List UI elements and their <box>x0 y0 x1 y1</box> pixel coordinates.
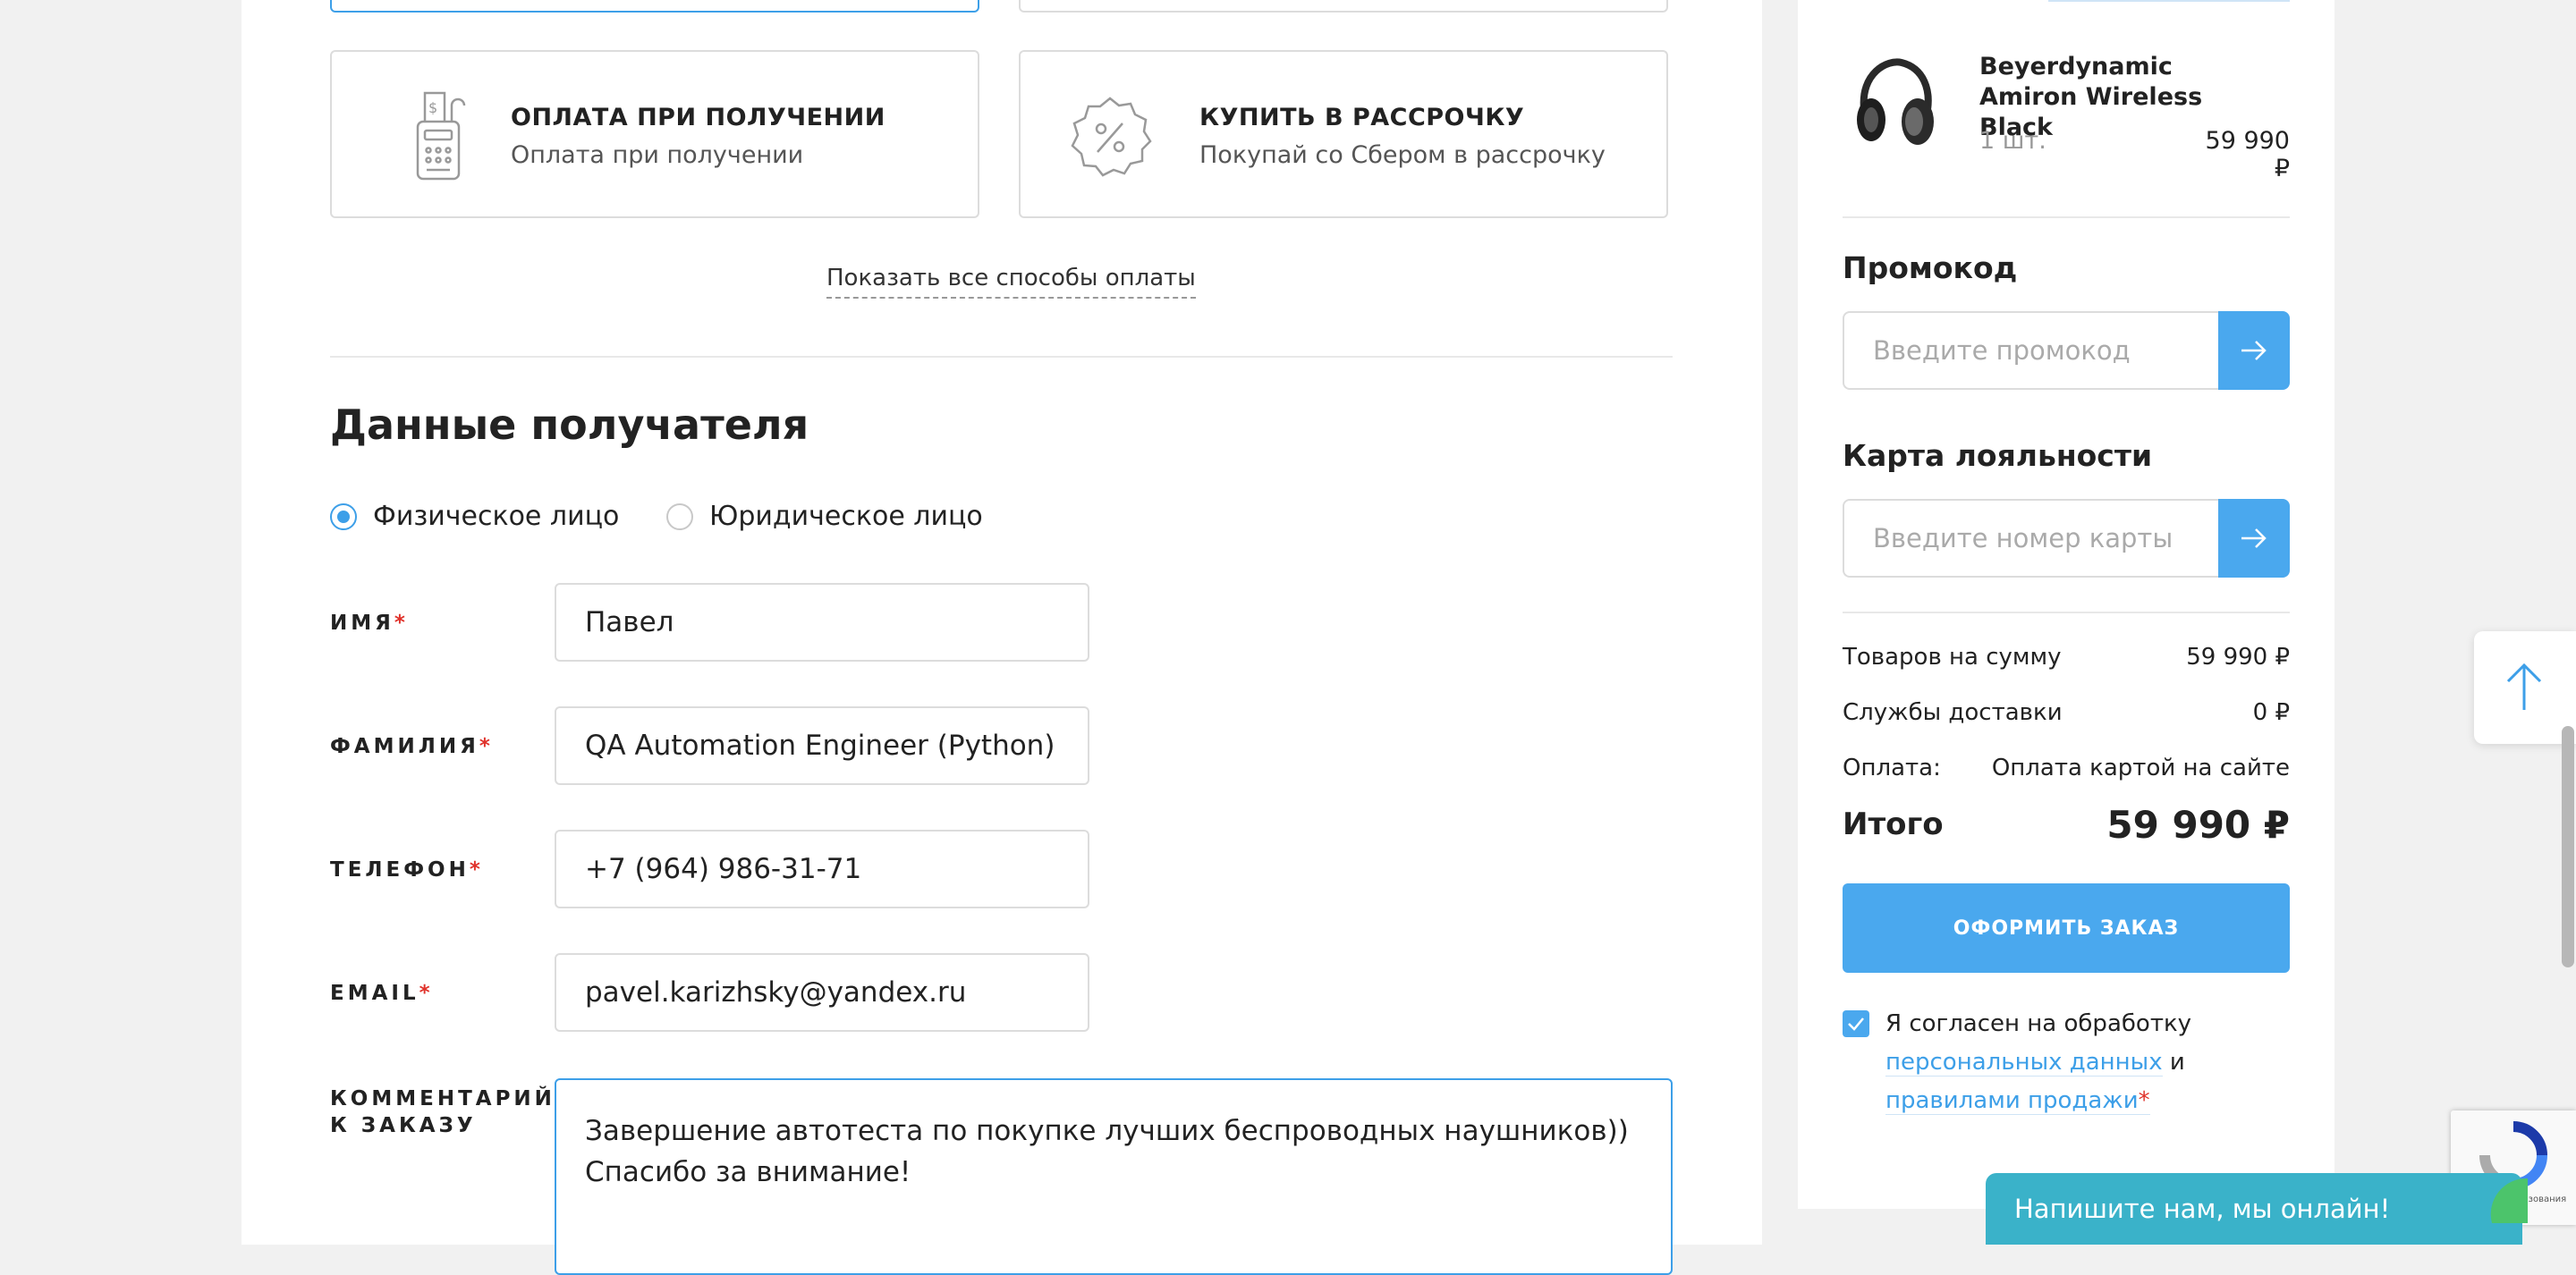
percent-badge-icon <box>1071 97 1152 177</box>
email-input[interactable]: pavel.karizhsky@yandex.ru <box>555 953 1089 1032</box>
radio-label: Юридическое лицо <box>709 501 983 532</box>
payment-subtitle: Оплата при получении <box>511 141 804 169</box>
summary-goods-row: Товаров на сумму 59 990 ₽ <box>1843 644 2290 671</box>
loyalty-card-title: Карта лояльности <box>1843 438 2153 473</box>
summary-label: Оплата: <box>1843 755 1941 781</box>
product-price: 59 990 ₽ <box>2205 127 2290 182</box>
product-quantity: 1 шт. <box>1979 127 2046 155</box>
place-order-button[interactable]: ОФОРМИТЬ ЗАКАЗ <box>1843 883 2290 973</box>
name-label: ИМЯ* <box>330 612 409 635</box>
payment-card-installment[interactable]: КУПИТЬ В РАССРОЧКУ Покупай со Сбером в р… <box>1019 50 1668 218</box>
total-label: Итого <box>1843 806 1944 842</box>
radio-button[interactable] <box>666 502 693 530</box>
divider <box>1843 216 2290 218</box>
promo-input[interactable]: Введите промокод <box>1843 311 2220 390</box>
cash-register-icon: $ <box>416 91 466 181</box>
comment-textarea[interactable]: Завершение автотеста по покупке лучших б… <box>555 1078 1673 1275</box>
payment-title: КУПИТЬ В РАССРОЧКУ <box>1199 104 1525 131</box>
payment-subtitle: Покупай со Сбером в рассрочку <box>1199 141 1606 169</box>
scrollbar-thumb[interactable] <box>2562 726 2574 967</box>
payment-title: ОПЛАТА ПРИ ПОЛУЧЕНИИ <box>511 104 886 131</box>
summary-label: Службы доставки <box>1843 699 2063 726</box>
show-all-payment-methods-link[interactable]: Показать все способы оплаты <box>826 265 1196 299</box>
personal-data-link[interactable]: персональных данных <box>1885 1049 2163 1077</box>
payment-card-cash-on-delivery[interactable]: $ ОПЛАТА ПРИ ПОЛУЧЕНИИ Оплата при получе… <box>330 50 979 218</box>
payment-card[interactable] <box>1019 0 1668 13</box>
loyalty-card-apply-button[interactable] <box>2218 499 2290 578</box>
summary-value: Оплата картой на сайте <box>1991 755 2290 781</box>
radio-label: Физическое лицо <box>373 501 620 532</box>
email-label: EMAIL* <box>330 982 434 1005</box>
divider <box>2048 0 2290 2</box>
surname-input[interactable]: QA Automation Engineer (Python) <box>555 706 1089 785</box>
summary-value: 0 ₽ <box>2252 699 2290 726</box>
promo-apply-button[interactable] <box>2218 311 2290 390</box>
consent-checkbox[interactable] <box>1843 1010 1869 1037</box>
chat-label: Напишите нам, мы онлайн! <box>2014 1194 2391 1224</box>
summary-delivery-row: Службы доставки 0 ₽ <box>1843 699 2290 726</box>
phone-input[interactable]: +7 (964) 986-31-71 <box>555 830 1089 908</box>
checkmark-icon <box>1848 1017 1864 1031</box>
promo-title: Промокод <box>1843 250 2018 285</box>
summary-payment-row: Оплата: Оплата картой на сайте <box>1843 755 2290 781</box>
total-value: 59 990 ₽ <box>2106 803 2290 847</box>
phone-label: ТЕЛЕФОН* <box>330 858 484 882</box>
consent-text: Я согласен на обработку персональных дан… <box>1885 1010 2192 1115</box>
radio-legal-entity[interactable]: Юридическое лицо <box>666 501 983 532</box>
svg-text:$: $ <box>428 99 437 116</box>
arrow-up-icon <box>2506 663 2542 710</box>
divider <box>1843 612 2290 613</box>
summary-label: Товаров на сумму <box>1843 644 2062 671</box>
arrow-right-icon <box>2241 341 2267 360</box>
radio-individual[interactable]: Физическое лицо <box>330 501 619 532</box>
summary-value: 59 990 ₽ <box>2186 644 2290 671</box>
name-input[interactable]: Павел <box>555 583 1089 662</box>
headphones-product-image <box>1857 58 1934 145</box>
loyalty-card-input[interactable]: Введите номер карты <box>1843 499 2220 578</box>
chat-status-icon <box>2490 1178 2528 1223</box>
arrow-right-icon <box>2241 528 2267 548</box>
sales-rules-link[interactable]: правилами продажи* <box>1885 1087 2150 1115</box>
scroll-to-top-button[interactable] <box>2474 631 2576 744</box>
online-chat-widget[interactable]: Напишите нам, мы онлайн! <box>1986 1173 2528 1245</box>
surname-label: ФАМИЛИЯ* <box>330 735 494 758</box>
radio-button[interactable] <box>330 502 357 530</box>
divider <box>330 356 1673 358</box>
recipient-section-title: Данные получателя <box>330 401 809 449</box>
payment-card-selected[interactable] <box>330 0 979 13</box>
comment-label: КОММЕНТАРИЙ К ЗАКАЗУ <box>330 1087 555 1137</box>
